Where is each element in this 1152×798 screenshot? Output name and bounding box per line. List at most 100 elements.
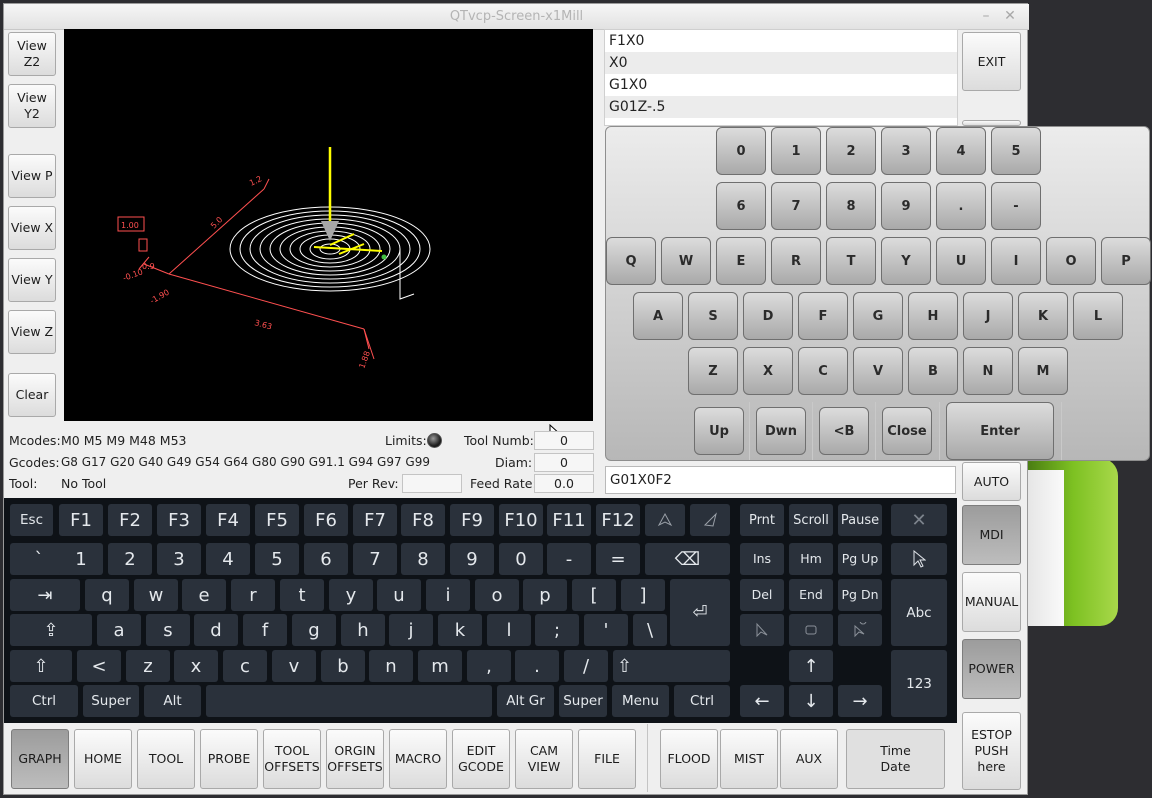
osk-key[interactable]: F11 [547, 504, 591, 536]
osk-key[interactable]: f [243, 614, 287, 646]
vk-key[interactable]: S [688, 292, 738, 340]
osk-key[interactable]: i [426, 579, 470, 611]
vk-key[interactable]: 3 [881, 127, 931, 175]
osk-key[interactable]: o [475, 579, 519, 611]
vk-close-button[interactable]: Close [882, 407, 932, 455]
osk-key[interactable]: b [321, 650, 365, 682]
osk-pointer-icon[interactable] [891, 543, 947, 575]
tab-tool-offsets[interactable]: TOOL OFFSETS [263, 729, 321, 789]
osk-altgr-key[interactable]: Alt Gr [497, 685, 554, 717]
osk-key[interactable]: . [515, 650, 559, 682]
osk-enter-key[interactable]: ⏎ [670, 579, 730, 646]
osk-key[interactable]: \ [633, 614, 667, 646]
exit-button[interactable]: EXIT [962, 32, 1021, 91]
osk-key[interactable]: 7 [353, 543, 397, 575]
osk-key[interactable]: 5 [255, 543, 299, 575]
view-p-button[interactable]: View P [8, 154, 56, 198]
osk-key[interactable]: 8 [401, 543, 445, 575]
view-z-button[interactable]: View Z [8, 310, 56, 354]
osk-right-shift-key[interactable]: ⇧ [613, 650, 730, 682]
view-y-button[interactable]: View Y [8, 258, 56, 302]
gcode-graphics-view[interactable]: 1.00 3.63 1.88 -1.90 -0.10 0.9 5.0 1.2 [64, 29, 593, 421]
vk-key[interactable]: N [963, 347, 1013, 395]
osk-menu-key[interactable]: Menu [612, 685, 669, 717]
osk-scroll-key[interactable]: Scroll [789, 504, 833, 536]
osk-key[interactable]: h [341, 614, 385, 646]
vk-key[interactable]: J [963, 292, 1013, 340]
osk-key[interactable]: F4 [206, 504, 250, 536]
osk-capslock-key[interactable]: ⇪ [10, 614, 92, 646]
osk-key[interactable]: 4 [206, 543, 250, 575]
aux-button[interactable]: AUX [780, 729, 838, 789]
view-z2-button[interactable]: View Z2 [8, 32, 56, 76]
osk-key[interactable]: n [369, 650, 413, 682]
osk-key[interactable]: v [272, 650, 316, 682]
osk-key[interactable]: ] [621, 579, 665, 611]
vk-key[interactable]: 1 [771, 127, 821, 175]
osk-key[interactable]: F9 [450, 504, 494, 536]
flood-button[interactable]: FLOOD [660, 729, 718, 789]
vk-key[interactable]: - [991, 182, 1041, 230]
tab-graph[interactable]: GRAPH [11, 729, 69, 789]
osk-ctrl-key[interactable]: Ctrl [10, 685, 78, 717]
osk-arrow-down-key[interactable]: ↓ [789, 685, 833, 717]
mdi-mode-button[interactable]: MDI [962, 505, 1021, 565]
close-window-icon[interactable]: ✕ [1001, 7, 1019, 25]
osk-key[interactable]: F6 [304, 504, 348, 536]
vk-key[interactable]: Q [606, 237, 656, 285]
vk-key[interactable]: M [1018, 347, 1068, 395]
osk-key[interactable]: F5 [255, 504, 299, 536]
osk-hide-icon[interactable] [645, 504, 685, 536]
power-button[interactable]: POWER [962, 639, 1021, 699]
vk-backspace-button[interactable]: <B [819, 407, 869, 455]
estop-button[interactable]: ESTOP PUSH here [962, 712, 1021, 790]
vk-key[interactable]: 9 [881, 182, 931, 230]
osk-pause-key[interactable]: Pause [838, 504, 882, 536]
osk-key[interactable]: , [467, 650, 511, 682]
vk-key[interactable]: R [771, 237, 821, 285]
view-x-button[interactable]: View X [8, 206, 56, 250]
mdi-history-item[interactable]: G01Z-.5 [605, 96, 957, 118]
mist-button[interactable]: MIST [720, 729, 778, 789]
osk-key[interactable]: / [564, 650, 608, 682]
tab-probe[interactable]: PROBE [200, 729, 258, 789]
vk-key[interactable]: Y [881, 237, 931, 285]
osk-key[interactable]: p [523, 579, 567, 611]
osk-move-icon[interactable] [690, 504, 730, 536]
osk-arrow-left-key[interactable]: ← [740, 685, 784, 717]
osk-delete-key[interactable]: Del [740, 579, 784, 611]
vk-key[interactable]: 4 [936, 127, 986, 175]
osk-key[interactable]: F7 [353, 504, 397, 536]
osk-hover-icon[interactable] [838, 614, 882, 646]
osk-key[interactable]: x [174, 650, 218, 682]
vk-key[interactable]: . [936, 182, 986, 230]
vk-key[interactable]: F [798, 292, 848, 340]
osk-key[interactable]: F12 [596, 504, 640, 536]
osk-key[interactable]: c [223, 650, 267, 682]
tab-cam-view[interactable]: CAM VIEW [515, 729, 573, 789]
osk-key[interactable]: s [146, 614, 190, 646]
vk-down-button[interactable]: Dwn [756, 407, 806, 455]
osk-key[interactable]: F3 [157, 504, 201, 536]
osk-drag-icon[interactable] [789, 614, 833, 646]
osk-key[interactable]: r [231, 579, 275, 611]
osk-click-icon[interactable] [740, 614, 784, 646]
vk-key[interactable]: G [853, 292, 903, 340]
osk-key[interactable]: m [418, 650, 462, 682]
mdi-history-item[interactable]: X0 [605, 52, 957, 74]
osk-super-right-key[interactable]: Super [559, 685, 607, 717]
vk-key[interactable]: 5 [991, 127, 1041, 175]
vk-key[interactable]: C [798, 347, 848, 395]
osk-shift-key[interactable]: ⇧ [10, 650, 72, 682]
osk-key[interactable]: q [85, 579, 129, 611]
osk-key[interactable]: a [97, 614, 141, 646]
osk-key[interactable]: - [547, 543, 591, 575]
vk-enter-button[interactable]: Enter [946, 402, 1054, 460]
osk-space-key[interactable] [206, 685, 492, 717]
vk-key[interactable]: 8 [826, 182, 876, 230]
minimize-icon[interactable]: – [977, 7, 995, 25]
vk-key[interactable]: T [826, 237, 876, 285]
osk-key[interactable]: 2 [108, 543, 152, 575]
osk-key[interactable]: 3 [157, 543, 201, 575]
osk-ctrl-right-key[interactable]: Ctrl [674, 685, 730, 717]
